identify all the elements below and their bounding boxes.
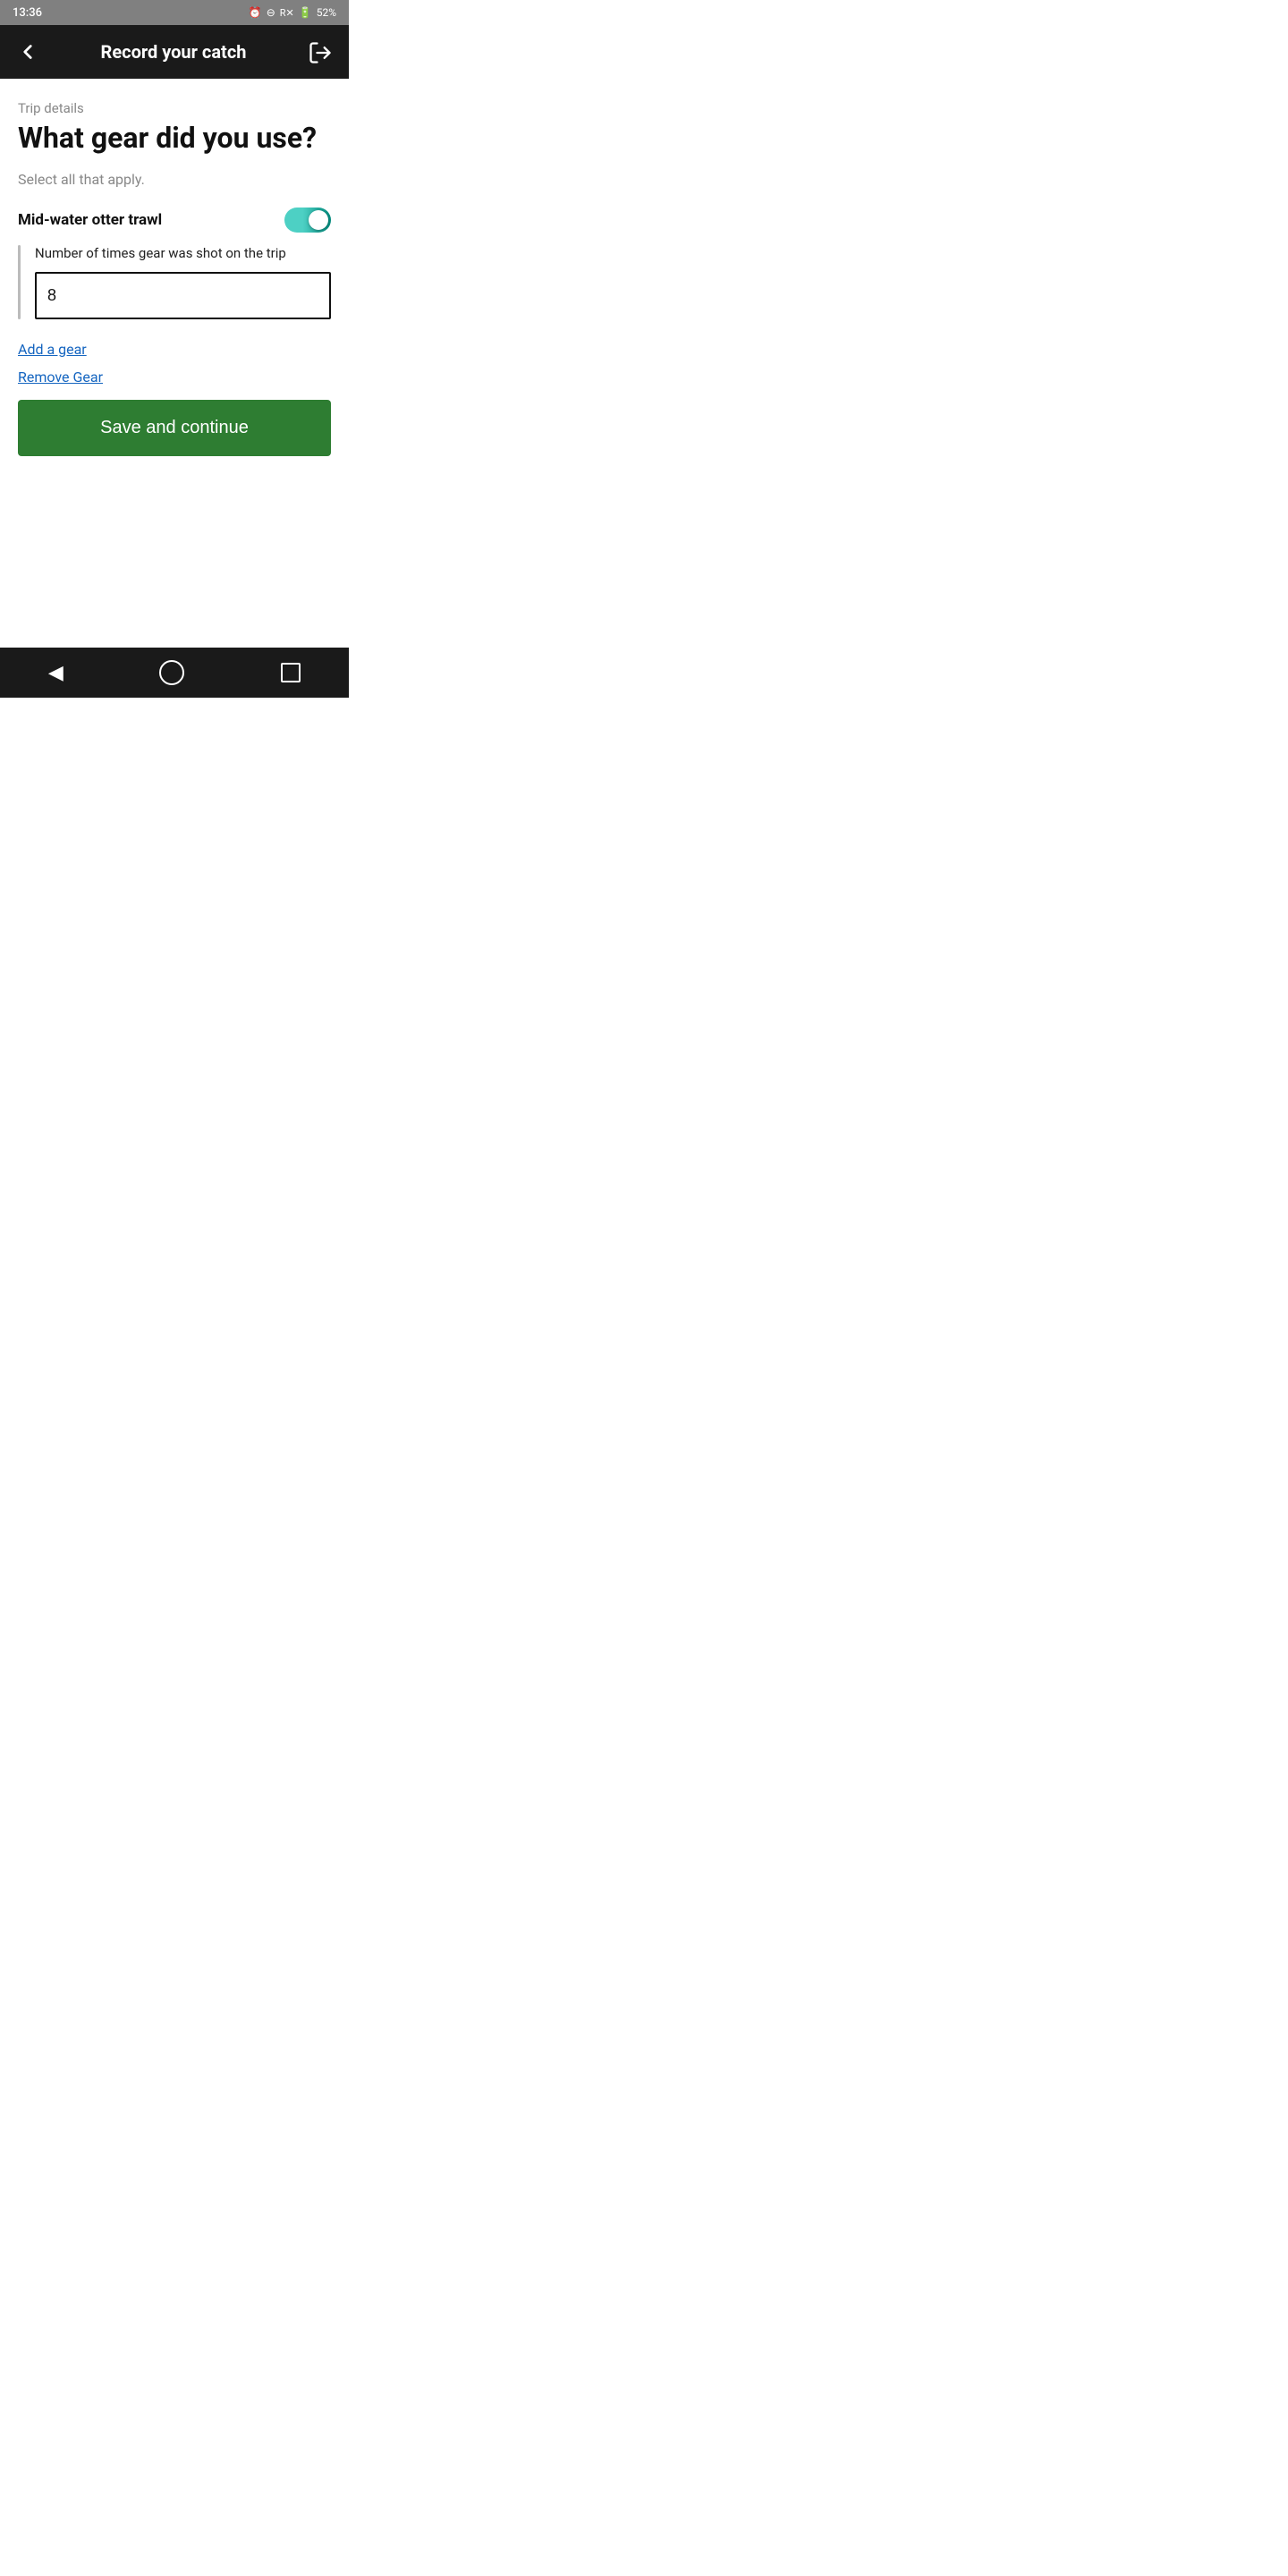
back-button[interactable] — [16, 40, 39, 64]
status-bar: 13:36 ⏰ ⊖ R✕ 🔋 52% — [0, 0, 349, 25]
select-hint: Select all that apply. — [18, 171, 331, 188]
nav-title: Record your catch — [101, 41, 247, 63]
bottom-nav: ◀ — [0, 648, 349, 698]
gear-toggle-row: Mid-water otter trawl — [18, 208, 331, 233]
main-content: Trip details What gear did you use? Sele… — [0, 79, 349, 648]
nav-bar: Record your catch — [0, 25, 349, 79]
gear-name: Mid-water otter trawl — [18, 211, 162, 229]
nav-back-button[interactable]: ◀ — [48, 662, 64, 684]
gear-toggle[interactable] — [284, 208, 331, 233]
battery-icon: 🔋 — [299, 6, 312, 19]
signal-icon: R✕ — [280, 7, 294, 19]
gear-shots-input[interactable] — [35, 272, 331, 319]
save-continue-button[interactable]: Save and continue — [18, 400, 331, 456]
toggle-track — [284, 208, 331, 233]
add-gear-row: Add a gear — [18, 341, 331, 358]
toggle-thumb — [309, 210, 328, 230]
page-heading: What gear did you use? — [18, 122, 331, 155]
nav-recent-button[interactable] — [281, 663, 301, 682]
trip-label: Trip details — [18, 100, 331, 116]
nav-home-button[interactable] — [159, 660, 184, 685]
alarm-icon: ⏰ — [249, 6, 262, 19]
side-line — [18, 245, 21, 319]
status-time: 13:36 — [13, 6, 42, 20]
add-gear-link[interactable]: Add a gear — [18, 341, 87, 358]
exit-button[interactable] — [308, 38, 333, 65]
remove-gear-link[interactable]: Remove Gear — [18, 369, 103, 386]
gear-detail-section: Number of times gear was shot on the tri… — [18, 245, 331, 319]
gear-detail-inner: Number of times gear was shot on the tri… — [35, 245, 331, 319]
remove-gear-row: Remove Gear — [18, 369, 331, 386]
status-icons: ⏰ ⊖ R✕ 🔋 52% — [249, 6, 336, 19]
minus-circle-icon: ⊖ — [267, 6, 275, 19]
battery-percent: 52% — [317, 6, 336, 19]
gear-detail-label: Number of times gear was shot on the tri… — [35, 245, 331, 261]
